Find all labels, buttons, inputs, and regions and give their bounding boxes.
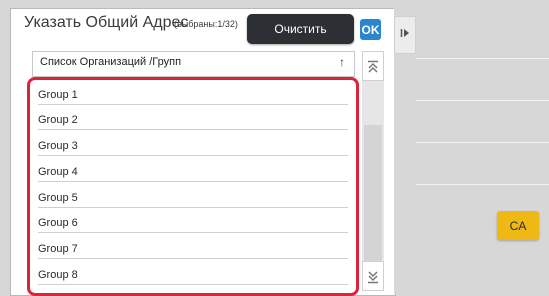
list-header-label: Список Организаций /Групп: [40, 56, 182, 68]
group-list: Group 1 Group 2 Group 3 Group 4 Group 5 …: [27, 77, 359, 296]
list-item[interactable]: Group 5: [38, 183, 348, 208]
list-sort-header[interactable]: Список Организаций /Групп ↑: [32, 51, 355, 77]
list-item-label: Group 8: [38, 269, 78, 281]
expand-panel-icon[interactable]: [394, 16, 416, 54]
list-item-label: Group 1: [38, 89, 78, 101]
clear-button[interactable]: Очистить: [247, 14, 354, 44]
list-item-label: Group 7: [38, 243, 78, 255]
list-item[interactable]: Group 7: [38, 234, 348, 259]
list-item-label: Group 5: [38, 192, 78, 204]
list-item[interactable]: Group 2: [38, 105, 348, 130]
list-item[interactable]: Group 3: [38, 131, 348, 156]
panel-divider: [416, 184, 549, 185]
list-item[interactable]: Group 8: [38, 260, 348, 285]
list-item[interactable]: Group 4: [38, 157, 348, 182]
list-item[interactable]: Group 6: [38, 208, 348, 233]
panel-rows: [416, 16, 549, 188]
panel-divider: [416, 58, 549, 59]
list-item-label: Group 4: [38, 166, 78, 178]
panel-divider: [416, 100, 549, 101]
list-item-label: Group 6: [38, 217, 78, 229]
sort-ascending-icon[interactable]: ↑: [339, 55, 345, 69]
list-item-label: Group 3: [38, 140, 78, 152]
selection-count: (выбраны:1/32): [174, 19, 238, 29]
list-scrollbar[interactable]: [362, 51, 384, 291]
list-item-label: Group 2: [38, 114, 78, 126]
panel-divider: [416, 142, 549, 143]
dialog-title: Указать Общий Адрес: [24, 14, 189, 31]
scroll-track[interactable]: [364, 125, 382, 261]
ok-button[interactable]: OK: [360, 19, 381, 40]
scroll-to-bottom-icon[interactable]: [362, 261, 384, 291]
scroll-to-top-icon[interactable]: [362, 51, 384, 81]
list-item[interactable]: Group 1: [38, 80, 348, 105]
clear-all-button[interactable]: CA: [497, 211, 539, 240]
